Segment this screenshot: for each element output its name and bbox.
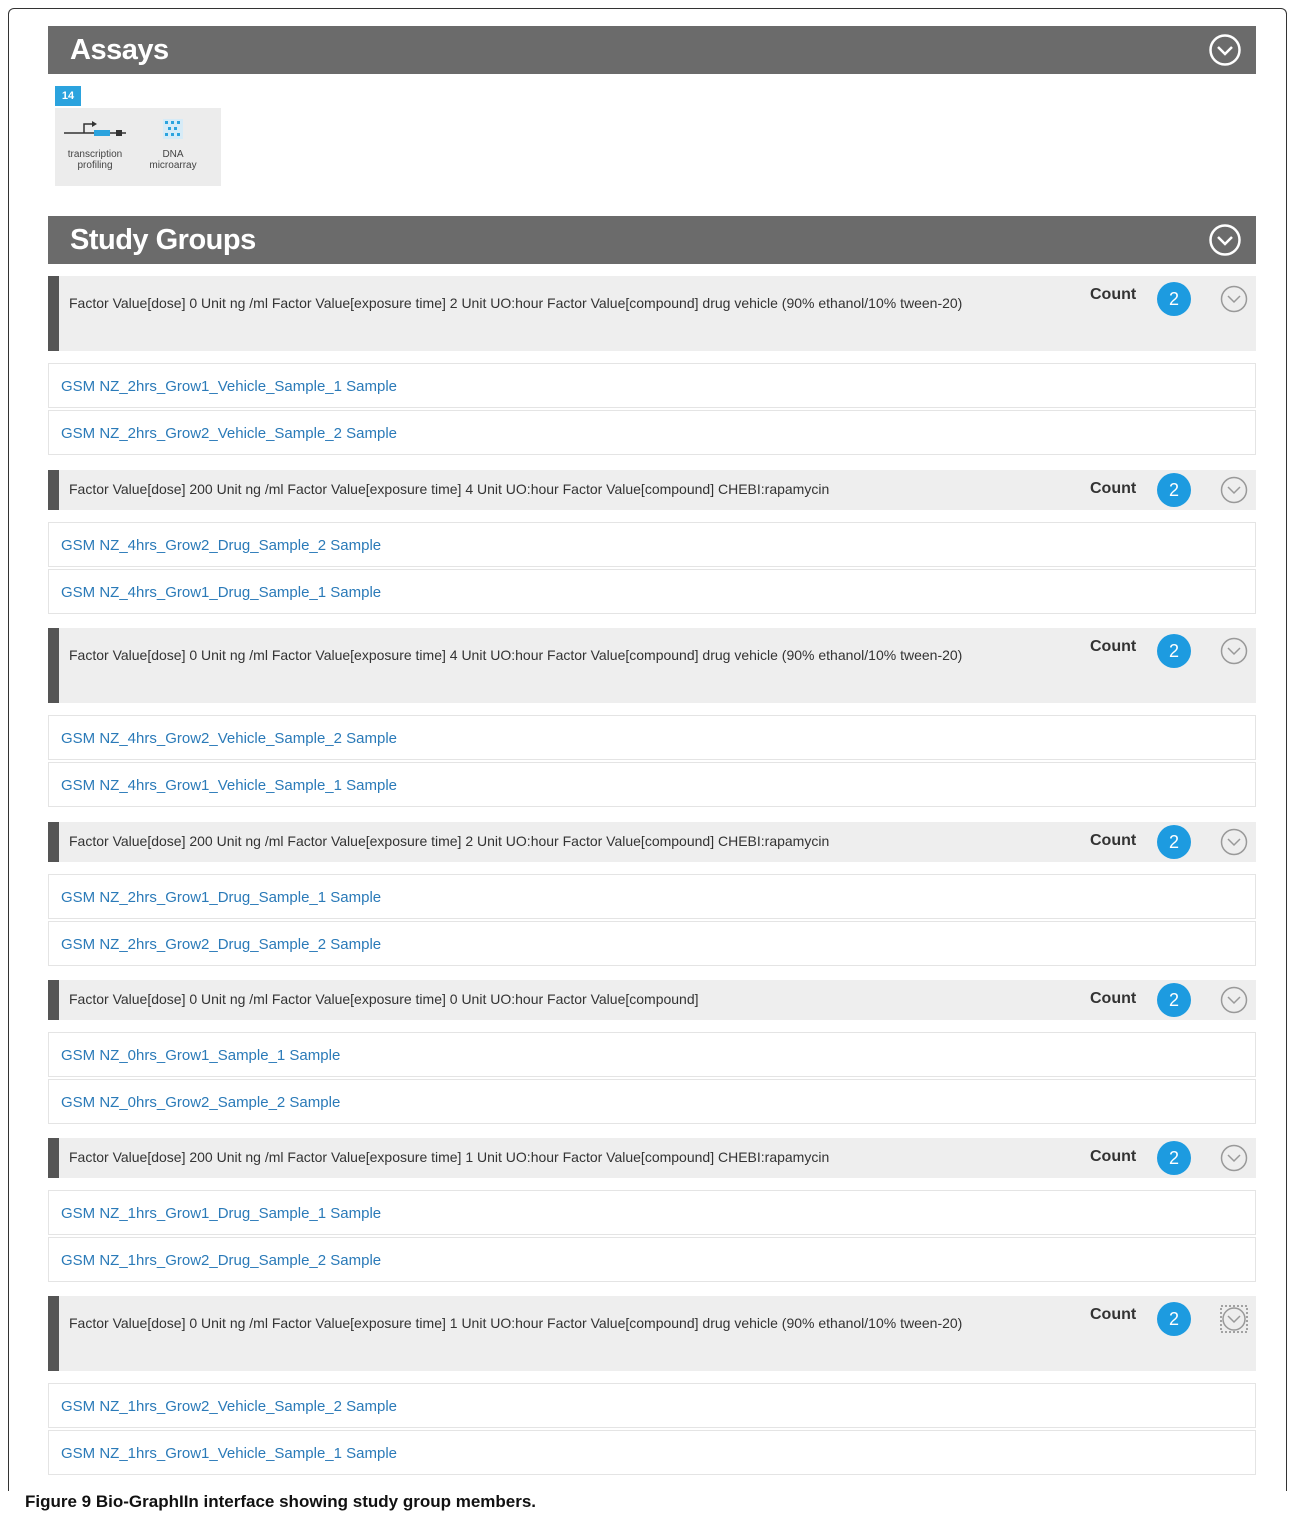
count-label: Count <box>1090 286 1137 303</box>
assay-label: DNA microarray <box>133 149 213 171</box>
assay-item-transcription-profiling[interactable]: transcription profiling <box>55 118 135 171</box>
factor-value-text: Factor Value[dose] 0 Unit ng /ml Factor … <box>69 1315 963 1331</box>
figure-caption: Figure 9 Bio-GraphIIn interface showing … <box>25 1492 536 1512</box>
study-group-header[interactable]: Factor Value[dose] 200 Unit ng /ml Facto… <box>48 822 1256 862</box>
chevron-down-circle-icon[interactable] <box>1208 223 1242 257</box>
group-member-link[interactable]: GSM NZ_2hrs_Grow2_Vehicle_Sample_2 Sampl… <box>48 410 1256 455</box>
study-group: Factor Value[dose] 0 Unit ng /ml Factor … <box>48 628 1256 807</box>
assay-label-line1: transcription <box>67 149 123 160</box>
group-member-link[interactable]: GSM NZ_2hrs_Grow2_Drug_Sample_2 Sample <box>48 921 1256 966</box>
factor-value-text: Factor Value[dose] 0 Unit ng /ml Factor … <box>69 991 699 1007</box>
chevron-down-circle-icon[interactable] <box>1219 475 1249 505</box>
count-badge: 2 <box>1157 1302 1191 1336</box>
count-label: Count <box>1090 638 1137 655</box>
group-member-link[interactable]: GSM NZ_1hrs_Grow2_Vehicle_Sample_2 Sampl… <box>48 1383 1256 1428</box>
assay-label-line2: profiling <box>77 160 113 171</box>
chevron-down-circle-icon[interactable] <box>1219 284 1249 314</box>
group-member-link[interactable]: GSM NZ_2hrs_Grow1_Vehicle_Sample_1 Sampl… <box>48 363 1256 408</box>
study-group-header[interactable]: Factor Value[dose] 0 Unit ng /ml Factor … <box>48 628 1256 703</box>
group-member-link[interactable]: GSM NZ_1hrs_Grow1_Drug_Sample_1 Sample <box>48 1190 1256 1235</box>
count-badge: 2 <box>1157 473 1191 507</box>
factor-value-text: Factor Value[dose] 0 Unit ng /ml Factor … <box>69 295 963 311</box>
factor-value-text: Factor Value[dose] 200 Unit ng /ml Facto… <box>69 833 830 849</box>
group-member-link[interactable]: GSM NZ_4hrs_Grow1_Drug_Sample_1 Sample <box>48 569 1256 614</box>
chevron-down-circle-icon[interactable] <box>1219 1304 1249 1334</box>
assay-list: transcription profiling DNA microarray <box>55 108 221 186</box>
group-member-link[interactable]: GSM NZ_4hrs_Grow2_Vehicle_Sample_2 Sampl… <box>48 715 1256 760</box>
factor-value-text: Factor Value[dose] 200 Unit ng /ml Facto… <box>69 481 830 497</box>
count-badge: 2 <box>1157 983 1191 1017</box>
transcription-profiling-icon <box>64 121 126 136</box>
factor-value-text: Factor Value[dose] 200 Unit ng /ml Facto… <box>69 1149 830 1165</box>
study-group: Factor Value[dose] 0 Unit ng /ml Factor … <box>48 1296 1256 1475</box>
group-member-link[interactable]: GSM NZ_1hrs_Grow1_Vehicle_Sample_1 Sampl… <box>48 1430 1256 1475</box>
study-group-header[interactable]: Factor Value[dose] 200 Unit ng /ml Facto… <box>48 1138 1256 1178</box>
chevron-down-circle-icon[interactable] <box>1219 985 1249 1015</box>
group-member-link[interactable]: GSM NZ_4hrs_Grow1_Vehicle_Sample_1 Sampl… <box>48 762 1256 807</box>
study-group-header[interactable]: Factor Value[dose] 0 Unit ng /ml Factor … <box>48 980 1256 1020</box>
study-group: Factor Value[dose] 0 Unit ng /ml Factor … <box>48 276 1256 455</box>
assay-item-dna-microarray[interactable]: DNA microarray <box>133 118 213 171</box>
assay-label: transcription profiling <box>55 149 135 171</box>
study-groups-section-header[interactable]: Study Groups <box>48 216 1256 264</box>
study-group: Factor Value[dose] 200 Unit ng /ml Facto… <box>48 470 1256 614</box>
group-member-link[interactable]: GSM NZ_0hrs_Grow1_Sample_1 Sample <box>48 1032 1256 1077</box>
count-label: Count <box>1090 990 1137 1007</box>
study-group: Factor Value[dose] 0 Unit ng /ml Factor … <box>48 980 1256 1124</box>
assays-section-header[interactable]: Assays <box>48 26 1256 74</box>
chevron-down-circle-icon[interactable] <box>1219 1143 1249 1173</box>
count-label: Count <box>1090 1148 1137 1165</box>
study-group-header[interactable]: Factor Value[dose] 0 Unit ng /ml Factor … <box>48 1296 1256 1371</box>
assay-label-line1: DNA <box>162 149 184 160</box>
group-member-link[interactable]: GSM NZ_2hrs_Grow1_Drug_Sample_1 Sample <box>48 874 1256 919</box>
count-label: Count <box>1090 1306 1137 1323</box>
chevron-down-circle-icon[interactable] <box>1208 33 1242 67</box>
count-badge: 2 <box>1157 634 1191 668</box>
study-group-header[interactable]: Factor Value[dose] 0 Unit ng /ml Factor … <box>48 276 1256 351</box>
count-badge: 2 <box>1157 1141 1191 1175</box>
count-label: Count <box>1090 480 1137 497</box>
group-member-link[interactable]: GSM NZ_4hrs_Grow2_Drug_Sample_2 Sample <box>48 522 1256 567</box>
assay-label-line2: microarray <box>149 160 197 171</box>
assay-count-badge: 14 <box>55 86 81 106</box>
dna-microarray-icon <box>163 119 183 139</box>
assays-title: Assays <box>70 34 169 66</box>
study-groups-title: Study Groups <box>70 224 256 256</box>
count-label: Count <box>1090 832 1137 849</box>
study-group: Factor Value[dose] 200 Unit ng /ml Facto… <box>48 822 1256 966</box>
count-badge: 2 <box>1157 825 1191 859</box>
group-member-link[interactable]: GSM NZ_0hrs_Grow2_Sample_2 Sample <box>48 1079 1256 1124</box>
study-group-header[interactable]: Factor Value[dose] 200 Unit ng /ml Facto… <box>48 470 1256 510</box>
chevron-down-circle-icon[interactable] <box>1219 827 1249 857</box>
chevron-down-circle-icon[interactable] <box>1219 636 1249 666</box>
group-member-link[interactable]: GSM NZ_1hrs_Grow2_Drug_Sample_2 Sample <box>48 1237 1256 1282</box>
study-group: Factor Value[dose] 200 Unit ng /ml Facto… <box>48 1138 1256 1282</box>
figure-caption-text: Bio-GraphIIn interface showing study gro… <box>95 1492 537 1511</box>
count-badge: 2 <box>1157 282 1191 316</box>
factor-value-text: Factor Value[dose] 0 Unit ng /ml Factor … <box>69 647 963 663</box>
figure-label: Figure 9 <box>25 1492 92 1511</box>
